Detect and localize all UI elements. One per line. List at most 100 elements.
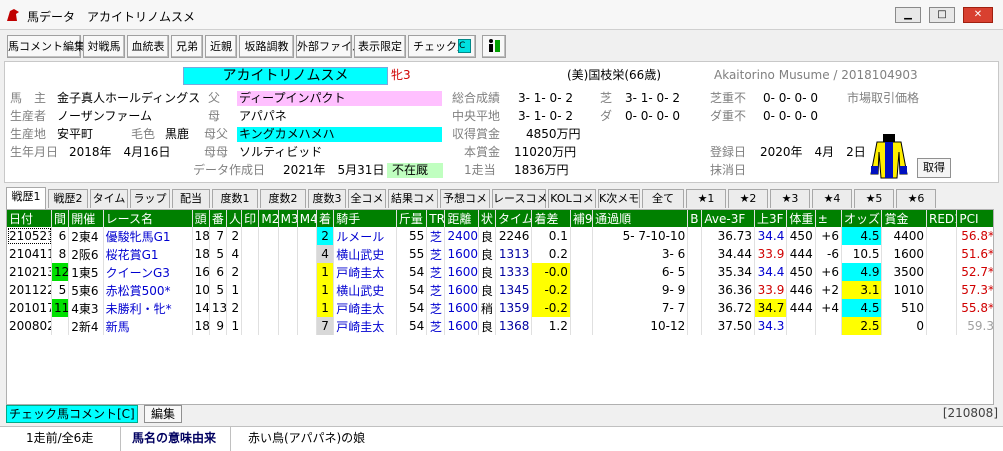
column-header[interactable]: 番 xyxy=(209,210,228,227)
column-header[interactable]: Ave-3F xyxy=(701,210,755,227)
tab-forecast-comments[interactable]: 予想コメ xyxy=(440,189,490,208)
birth-label: 生年月日 xyxy=(10,145,59,159)
stable-status: 不在厩 xyxy=(392,163,429,177)
tab-star2[interactable]: ★2 xyxy=(728,189,768,208)
column-header[interactable]: 着 xyxy=(316,210,335,227)
tab-star6[interactable]: ★6 xyxy=(896,189,936,208)
tab-freq3[interactable]: 度数3 xyxy=(308,189,346,208)
name-meaning: 赤い鳥(アパパネ)の娘 xyxy=(248,431,366,445)
column-header[interactable]: 開催 xyxy=(68,210,104,227)
tab-star4[interactable]: ★4 xyxy=(812,189,852,208)
column-header[interactable]: M4 xyxy=(297,210,318,227)
column-header[interactable]: B xyxy=(687,210,703,227)
tab-time[interactable]: タイム xyxy=(90,189,128,208)
column-header[interactable]: 着差 xyxy=(531,210,571,227)
tab-star3[interactable]: ★3 xyxy=(770,189,810,208)
display-limit-button[interactable]: 表示限定 xyxy=(354,35,406,58)
table-row[interactable]: 210411 8 2阪6 桜花賞G1 18 5 4 4 横山武史 55 芝 1600 良 1313 0.2 3… xyxy=(7,245,993,263)
table-cell: 34.7 xyxy=(754,299,788,317)
column-header[interactable]: TR xyxy=(426,210,446,227)
tab-history1[interactable]: 戦歴1 xyxy=(6,187,46,209)
column-header[interactable]: 賞金 xyxy=(881,210,927,227)
damsire[interactable]: キングカメハメハ xyxy=(239,127,335,142)
check-comment-label[interactable]: チェック馬コメント[C] xyxy=(6,405,138,423)
table-row[interactable]: 200802 2新4 新馬 18 9 1 7 戸崎圭太 54 芝 1600 良 1368 1.2 10-12… xyxy=(7,317,993,335)
column-header[interactable]: 距離 xyxy=(444,210,479,227)
table-cell: 57.3* xyxy=(956,281,993,299)
sire[interactable]: ディープインパクト xyxy=(239,91,345,106)
column-header[interactable]: 上3F xyxy=(754,210,788,227)
hill-training-button[interactable]: 坂路調教 xyxy=(239,35,294,58)
table-cell xyxy=(241,317,260,335)
tab-payout[interactable]: 配当 xyxy=(172,189,210,208)
relatives-button[interactable]: 近親 xyxy=(205,35,237,58)
table-row[interactable]: 201122 5 5東6 赤松賞500* 10 5 1 1 横山武史 54 芝 1600 良 1345 -0… xyxy=(7,281,993,299)
tab-history2[interactable]: 戦歴2 xyxy=(48,189,88,208)
dam[interactable]: アパパネ xyxy=(239,109,287,124)
external-file-button[interactable]: 外部ファイル xyxy=(296,35,363,58)
table-row[interactable]: 201017 11 4東3 未勝利・牝* 14 13 2 1 戸崎圭太 54 芝 1600 稍 1359-… xyxy=(7,299,993,317)
race-history-grid[interactable]: 日付間開催 レース名頭番人印 M2 M3 M4 着騎手 斤量 TR 距離状タイム 着差 補9 通過順 B… xyxy=(6,209,994,405)
maximize-button[interactable]: □ xyxy=(929,7,955,23)
table-row[interactable]: 210213 12 1東5 クイーンG3 16 6 2 1 戸崎圭太 54 芝 1600 良 1333 -0… xyxy=(7,263,993,281)
table-cell: 52.7* xyxy=(956,263,993,281)
column-header[interactable]: レース名 xyxy=(103,210,193,227)
table-cell: 1359 xyxy=(495,299,533,317)
tab-freq1[interactable]: 度数1 xyxy=(212,189,258,208)
horse-header-panel: アカイトリノムスメ 牝3 (美)国枝栄(66歳) Akaitorino Musu… xyxy=(4,61,999,183)
column-header[interactable]: 間 xyxy=(51,210,70,227)
table-cell: クイーンG3 xyxy=(103,263,193,281)
table-cell: 35.34 xyxy=(701,263,755,281)
tab-star5[interactable]: ★5 xyxy=(854,189,894,208)
siblings-button[interactable]: 兄弟 xyxy=(171,35,203,58)
column-header[interactable]: PCI xyxy=(956,210,993,227)
opponents-button[interactable]: 対戦馬 xyxy=(83,35,125,58)
table-cell: -0.2 xyxy=(531,299,571,317)
column-header[interactable]: 騎手 xyxy=(333,210,397,227)
column-header[interactable]: 補9 xyxy=(570,210,594,227)
table-body: 210523 6 2東4 優駿牝馬G1 18 7 2 2 ルメール 55 芝 2400 良 2246 0.1… xyxy=(7,227,993,335)
tab-race-comments[interactable]: レースコメ xyxy=(492,189,547,208)
column-header[interactable]: タイム xyxy=(495,210,533,227)
column-header[interactable]: M2 xyxy=(258,210,279,227)
tab-star1[interactable]: ★1 xyxy=(686,189,726,208)
tab-lap[interactable]: ラップ xyxy=(130,189,170,208)
edit-button[interactable]: 編集 xyxy=(144,405,182,423)
tab-freq2[interactable]: 度数2 xyxy=(260,189,306,208)
close-button[interactable]: ✕ xyxy=(963,7,993,23)
table-cell: 1 xyxy=(226,317,243,335)
column-header[interactable]: 斤量 xyxy=(396,210,428,227)
column-header[interactable]: 体重 xyxy=(786,210,816,227)
column-header[interactable]: ± xyxy=(815,210,843,227)
tab-all[interactable]: 全て xyxy=(642,189,684,208)
column-header[interactable]: M3 xyxy=(278,210,298,227)
column-header[interactable]: 通過順 xyxy=(592,210,689,227)
column-header[interactable]: RED1 xyxy=(926,210,958,227)
tab-kol-comments[interactable]: KOLコメ xyxy=(548,189,596,208)
table-cell: 2 xyxy=(226,299,243,317)
tab-result-comments[interactable]: 結果コメ xyxy=(388,189,438,208)
horse-comment-edit-button[interactable]: 馬コメント編集 xyxy=(7,35,85,58)
column-header[interactable]: オッズ xyxy=(841,210,883,227)
column-header[interactable]: 人 xyxy=(226,210,243,227)
person-icon-button[interactable] xyxy=(482,35,506,58)
get-button[interactable]: 取得 xyxy=(917,158,951,178)
check-horse-button[interactable]: チェック馬 C xyxy=(408,35,476,58)
column-header[interactable]: 頭 xyxy=(192,210,210,227)
column-header[interactable]: 状 xyxy=(478,210,497,227)
column-header[interactable]: 日付 xyxy=(7,210,53,227)
damdam[interactable]: ソルティビッド xyxy=(239,145,322,160)
tab-k-memo[interactable]: K次メモ xyxy=(598,189,640,208)
table-cell: 33.9 xyxy=(754,245,788,263)
minimize-button[interactable]: ▁ xyxy=(895,7,921,23)
table-cell: 1368 xyxy=(495,317,533,335)
table-cell xyxy=(258,263,279,281)
pedigree-button[interactable]: 血統表 xyxy=(127,35,169,58)
prize-label: 収得賞金 xyxy=(452,127,501,141)
column-header[interactable]: 印 xyxy=(241,210,260,227)
tab-all-comments[interactable]: 全コメ xyxy=(348,189,386,208)
table-cell: 450 xyxy=(786,227,816,245)
table-row[interactable]: 210523 6 2東4 優駿牝馬G1 18 7 2 2 ルメール 55 芝 2400 良 2246 0.1… xyxy=(7,227,993,245)
table-cell: 7 xyxy=(316,317,335,335)
table-cell: 56.8* xyxy=(956,227,993,245)
